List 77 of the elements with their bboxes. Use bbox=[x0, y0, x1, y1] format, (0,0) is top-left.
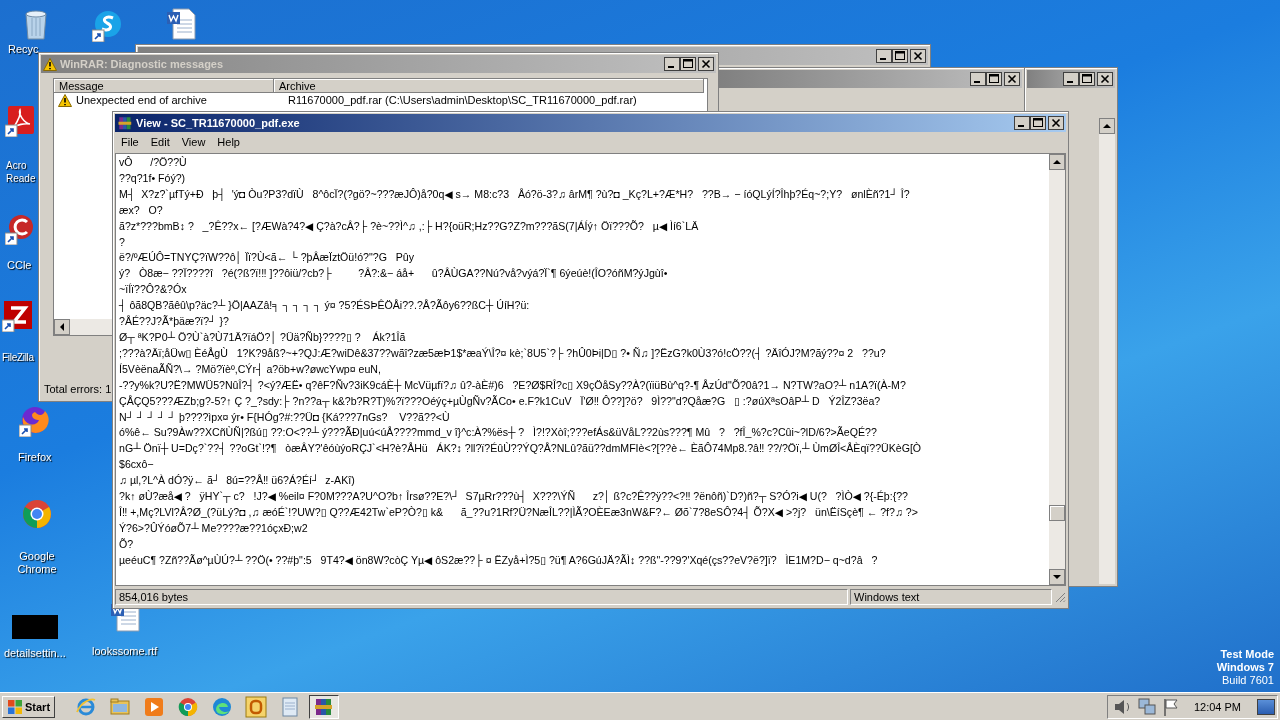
acrobat-icon[interactable] bbox=[5, 105, 37, 137]
status-text: Total errors: 1 bbox=[44, 383, 112, 395]
network-icon[interactable] bbox=[1135, 695, 1158, 718]
text-line: ë?/ºÆÚÔ=TNYÇ?ïW??ô│ Ïï?Ù<ã← └ ?þÂæÏztÖü!ó?"?G Pûy bbox=[119, 250, 414, 266]
text-line: ♫ µl,?L^À dÓ?ÿ← ã┘ 8ú=??Å‼ ü6?Á?Éí┘ z-AKî) bbox=[119, 473, 355, 489]
start-button[interactable]: Start bbox=[2, 695, 56, 718]
text-line: ┤ ôã8QB?ãêû\p?äc?┴ }Ö|AAZâ!╕ ┐ ┐ ┐ ┐ ý¤ ?5?ÉSÞÊÖÅi??.?Å?Ãôy6??ßC┼ ÚíH?ü: bbox=[119, 298, 530, 314]
text-line: Ý?6>?ÛÝóøÕ7┴ Me????æ??1óçxÐ;w2 bbox=[119, 520, 308, 536]
media-player-icon bbox=[143, 695, 166, 718]
system-text: Test Mode bbox=[1219, 648, 1274, 661]
text-line: ~ïÍï??Ô?&?Óx bbox=[119, 282, 187, 298]
text-line: -??y%k?U?Ë?MWÜ5?NûÎ?┤ ?<ý?ÆË• q?êF?Ñv?3iK9cáÈ┼ McVüµfï?♫ û?-àÈ#)6 ?E?Ø$RÎ?c▯ X9çÖåSy??À?(ïiüBù^q?-¶ ÅzÚd"Õ?0â?1→ N?TW?aO?┴ n1A?ï(À-M? bbox=[119, 377, 906, 394]
filezilla-icon[interactable] bbox=[2, 300, 34, 332]
menu-item[interactable]: Edit bbox=[144, 134, 176, 150]
text-line: ??q?1f• Fóý?) bbox=[119, 170, 186, 186]
text-line: ÇÅÇQ5???ÆZb;g?-5?↑ Ç ?_?sdy:├ ?n??a┬ k&?b?R?T)%?ï???Oéýç+µÙgÑv?ÃCo• e.F?k1CuV Ï'Ø‼ Ô??]?ö? 9Ì??"d?Qåæ?G ▯ :?øúXªsOâP┴ D Ý2ÎZ?3ëa? bbox=[119, 393, 881, 410]
text-line: ý? Ò8æ− ??Ï????î ?é(?ß?ï!‼ ]??ôiü/?cb?├ ?Â?:&− áå+ û?ÂÙGA??Nú?vå?výá?Ï`¶ 6ýeúè!(ÎO?óñM?ýJgùî• bbox=[119, 266, 668, 282]
menu-item[interactable]: File bbox=[115, 134, 145, 150]
windows-logo-icon bbox=[7, 698, 23, 715]
text-line: M┤ X?z?`µfTý+Ð þ┤ 'ý◘ Òu?P3?dïÙ 8^ôcÏ?(?gö?~???æJÔ)å?0q◀ s→ M8:c?3 Åó?ö-3?♫ ârM¶ ?ù?◘ _Kç?L+?Æ*H? ??B→ − íóQLýÍ?Îhþ?Éq~?;Y? ønlÈñ?1┘ Î? bbox=[119, 186, 910, 203]
close-button[interactable] bbox=[1048, 116, 1064, 130]
text-line: Î‼ +,Mç?LVl?Â?Ø_(?üLý?◘ ,♫ æóÉ`!?UW?▯ Q??Æ42Tw`eP?Ò?▯ k& ã_??u?1Rf?Ü?NæÎL??|ÌÃ?OÈEæ3nW&F?← Øõ`7?8eSÔ?4┤ Õ?X◀ >?j? ün\ËíSçè¶ ← ?f?♫ ?> bbox=[119, 504, 918, 521]
icon-label[interactable]: CCle bbox=[7, 259, 32, 272]
resize-grip-icon[interactable] bbox=[1054, 591, 1066, 603]
system-text: Windows 7 bbox=[1216, 661, 1274, 674]
column-header[interactable]: Archive bbox=[274, 79, 704, 93]
show-desktop-button[interactable] bbox=[1257, 698, 1275, 715]
text-line: ? bbox=[119, 234, 125, 250]
scroll-up-button[interactable] bbox=[1049, 154, 1065, 170]
icon-label[interactable]: Firefox bbox=[18, 451, 52, 464]
window-title: WinRAR: Diagnostic messages bbox=[60, 58, 224, 70]
icon-label[interactable]: Acro Reade bbox=[6, 159, 39, 185]
text-line: vÔ /?Ö??Ù bbox=[119, 155, 187, 170]
edge-icon bbox=[211, 695, 234, 718]
text-line: µeéuC¶ ?Zñ??Ãø^µÙÚ?┴ ??Ö(• ??#þ":5 9T4?◀ ön8W?còÇ Yµ◀ ôS2æ??├ ¤ ËZyå+Ì?5▯ ?ü¶ A?6GúJÄ?ÃÌ↕ ??ß"-??9?'Xqé(çs??eV?ë?]ï? ÌE1M?D− q~d?â ? bbox=[119, 552, 878, 569]
text-line: ?k↑ øÙ?æå◀ ? ÿHY`┬ c? !J?◀ %eil¤ F?0M???A?U^O?b↑ Îrsø??E?\┘ S7µRr???ù┤ X???\ÝÑ z?│ ß?c?Ê??ÿ??<?‼ ?ënôñ)`D?)ñ?┬ S?Ó?i◀ U(? ?ÌÒ◀ ?{-Éþ:{?? bbox=[119, 489, 908, 505]
chrome-icon bbox=[177, 695, 200, 718]
window-title: View - SC_TR11670000_pdf.exe bbox=[136, 117, 300, 129]
text-line: ó%ê← Su?9Àw??XCñÙÑ|?ßú▯ ??:O<??┴ ý???ÃÐ|uú<úÅ????mmd_v î}^c:À?%ës┼ ? Ì?!?Xòî;???efÁs&üVåL??2ùs???¶ Mû ? ?fÎ_%?c?Cûi~?lD/6?>ÃeQÉ?? bbox=[119, 425, 877, 441]
scroll-left-button[interactable] bbox=[54, 319, 70, 335]
chrome-icon[interactable] bbox=[21, 498, 53, 530]
scroll-up-button[interactable] bbox=[1099, 118, 1115, 134]
table-cell: R11670000_pdf.rar (C:\Users\admin\Desktop\SC_TR11670000_pdf.rar) bbox=[288, 94, 637, 106]
menu-item[interactable]: View bbox=[175, 134, 212, 150]
warning-icon bbox=[43, 57, 57, 71]
text-line: ã?z*???bmB↕ ? _?Ê??x← [?ÆWà?4?◀ Ç?à?cÂ?├ ?è~??Ì^♫ ,:├ H?{oüR;Hz??G?Z?m???ãS(7|ÁÍý↑ Öï???Õ? µ◀ Ìí6`LÄ bbox=[119, 218, 699, 235]
scrollbar-thumb[interactable] bbox=[1049, 505, 1065, 521]
text-line: Í5VèënaÃÑ?\→ ?Mö?ïèº,CÝr┤ a?öb+w?øwcYwp¤ euN, bbox=[119, 361, 381, 378]
text-line: ;???à?Äï;åÜw▯ ÈéÅgÙ 1?K?9åß?~+?QJ:Æ?wiDê&37??wãî?zæ5æÞ1$*æaÝ\Î?¤ kè;`8U5`?├ ?hÛ0Þi|D▯ ?• Ñ♫ ]?ËzG?k0Ù3?ó!cÖ??(┤ ?ÄîÓJ?M?ãý??¤ 2 ??u? bbox=[119, 345, 886, 362]
menu-item[interactable]: Help bbox=[211, 134, 246, 150]
table-cell: Unexpected end of archive bbox=[76, 94, 207, 106]
maximize-button[interactable] bbox=[1030, 116, 1046, 130]
text-line: $6cxô− bbox=[119, 457, 154, 473]
icon-label[interactable]: Google Chrome bbox=[14, 550, 60, 576]
document-icon[interactable] bbox=[165, 8, 197, 40]
column-header[interactable]: Message bbox=[54, 79, 274, 93]
firefox-icon[interactable] bbox=[18, 405, 51, 437]
icon-label[interactable]: FileZilla bbox=[2, 351, 34, 364]
text-line: ?ÅÉ??J?Ã*þäæ?ï?┘ }? bbox=[119, 314, 229, 330]
text-line: æx? O? bbox=[119, 202, 163, 218]
folder-icon bbox=[109, 695, 132, 718]
status-text: Windows text bbox=[850, 589, 1052, 605]
warning-icon bbox=[58, 93, 72, 107]
skype-icon[interactable] bbox=[92, 10, 124, 42]
system-text: Build 7601 bbox=[1221, 674, 1274, 687]
text-line: N┘ ┘ ┘ ┘ ┘ þ????ìpx¤ ýr• F{HÓg?#:??Ü◘ {Ká???7nGs? V??ã??<Ù bbox=[119, 409, 450, 425]
text-line: Õ? bbox=[119, 536, 134, 552]
winrar-icon bbox=[117, 115, 133, 131]
icon-label[interactable]: Recyc bbox=[8, 43, 39, 56]
office-icon bbox=[245, 695, 268, 718]
text-line: Ø┬ ªK?P0┴ Ö?Ù`à?Ù71Ä?ïáÖ?│ ?Üä?Ñb}????▯ ? Ák?1Îã bbox=[119, 329, 406, 346]
scroll-down-button[interactable] bbox=[1049, 569, 1065, 585]
minimize-button[interactable] bbox=[1014, 116, 1030, 130]
text-line: nG┴ Önï┼ U=Dç?`??┤ ??oGt`!?¶ òæÂY?'êóùýoRÇJ`<H?è?ÅHü ÁK?↕ ?ll?ï?ÉûÙ??ÝQ?Å?NLû?ãü??dmMFIè<?[??è← ÈãÔ74Mp8.?â‼ ??/?Öï,┴ ÙmØÎ<ÅÈqï??ÜKèG[Ò bbox=[119, 441, 922, 457]
clock[interactable]: 12:04 PM bbox=[1193, 700, 1241, 713]
status-text: 854,016 bytes bbox=[115, 589, 848, 605]
taskbar-button[interactable] bbox=[309, 694, 340, 719]
